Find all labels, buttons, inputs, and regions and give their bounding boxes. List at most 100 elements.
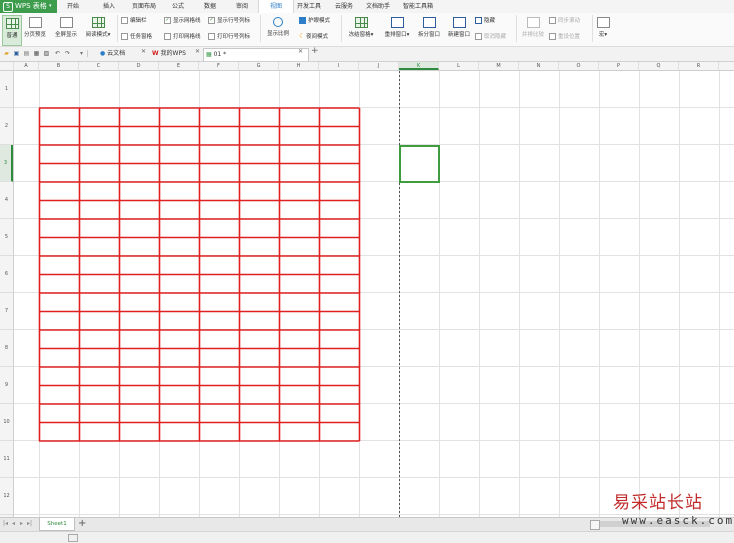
menu-item[interactable]: 数据 [197,0,223,13]
macro-record-icon[interactable] [68,534,78,542]
worksheet-canvas[interactable] [14,71,734,517]
tab-current-file[interactable]: ▦ 01 * [203,48,309,61]
checkbox-icon [164,33,171,40]
task-pane-checkbox[interactable]: 任务窗格 [121,33,152,41]
column-header[interactable]: I [319,62,359,70]
menu-item[interactable]: 文档助手 [362,0,394,13]
arrange-windows-button[interactable]: 重排窗口▾ [380,17,414,38]
row-header[interactable]: 7 [0,293,13,330]
column-header[interactable]: E [159,62,199,70]
row-header[interactable]: 5 [0,219,13,256]
last-sheet-icon[interactable]: ▸| [27,520,32,527]
print-gridlines-checkbox[interactable]: 打印网格线 [164,33,201,41]
menu-item[interactable]: 插入 [96,0,122,13]
night-mode-button[interactable]: ☾夜间模式 [299,33,328,41]
split-window-button[interactable]: 拆分窗口 [415,17,443,38]
sheet-tab-sheet1[interactable]: Sheet1 [39,518,75,531]
menu-item[interactable]: 页面布局 [128,0,160,13]
save-icon[interactable]: ▣ [13,50,20,57]
zoom-button[interactable]: 显示比例 [264,17,292,37]
column-header[interactable]: F [199,62,239,70]
column-header[interactable]: B [39,62,79,70]
show-gridlines-checkbox[interactable]: ✓ 显示网格线 [164,17,201,25]
row-header[interactable]: 11 [0,441,13,478]
full-screen-button[interactable]: 全屏显示 [51,17,81,38]
tab-cloud-docs[interactable]: ● 云文档 [98,48,138,60]
menu-item[interactable]: 公式 [166,0,190,13]
column-header[interactable]: A [14,62,39,70]
select-all-corner[interactable] [0,62,14,70]
row-header[interactable]: 4 [0,182,13,219]
menu-item[interactable]: 审阅 [229,0,255,13]
close-icon[interactable]: ✕ [141,48,146,55]
column-header[interactable]: D [119,62,159,70]
column-header[interactable]: L [439,62,479,70]
menu-item[interactable]: 云服务 [328,0,360,13]
redo-icon[interactable]: ↷ [64,50,71,57]
column-header[interactable]: J [359,62,399,70]
hide-window-button[interactable]: 隐藏 [475,17,495,25]
new-window-button[interactable]: 新建窗口 [445,17,473,38]
sync-scroll-button[interactable]: 同步滚动 [549,17,580,25]
open-folder-icon[interactable]: ▰ [3,50,10,57]
unhide-window-button[interactable]: 取消隐藏 [475,33,506,41]
undo-icon[interactable]: ↶ [54,50,61,57]
column-header[interactable]: O [559,62,599,70]
row-header[interactable]: 12 [0,478,13,515]
freeze-panes-button[interactable]: 冻结窗格▾ [344,17,378,38]
wps-logo-icon: S [3,2,13,12]
print-icon[interactable]: ▦ [33,50,40,57]
close-icon[interactable]: ✕ [298,48,303,55]
cell-grid[interactable] [14,71,734,517]
column-header[interactable]: C [79,62,119,70]
column-header[interactable]: R [679,62,719,70]
app-menu-button[interactable]: S WPS 表格 ▾ [0,0,57,13]
row-header[interactable]: 8 [0,330,13,367]
column-header[interactable]: P [599,62,639,70]
column-header[interactable]: N [519,62,559,70]
close-icon[interactable]: ✕ [195,48,200,55]
menu-item[interactable]: 开发工具 [292,0,326,13]
watermark-url: www.easck.com [622,514,734,527]
customize-toolbar-icon[interactable]: ▾ [78,50,85,57]
tab-my-wps[interactable]: W 我的WPS [150,48,196,60]
eye-protection-button[interactable]: 护眼模式 [299,17,330,25]
row-header[interactable]: 9 [0,367,13,404]
first-sheet-icon[interactable]: |◂ [3,520,8,527]
add-sheet-button[interactable]: + [78,518,86,530]
column-header[interactable]: G [239,62,279,70]
prev-sheet-icon[interactable]: ◂ [12,520,15,527]
column-header[interactable]: H [279,62,319,70]
task-pane-label: 任务窗格 [130,34,153,40]
page-break-preview-button[interactable]: 分页预览 [22,17,48,38]
divider [516,15,517,42]
column-header[interactable]: Q [639,62,679,70]
row-header[interactable]: 3 [0,145,13,182]
show-headings-checkbox[interactable]: ✓ 显示行号列标 [208,17,250,25]
read-mode-label: 阅读模式 [85,32,108,38]
split-window-icon [422,17,436,28]
print-headings-checkbox[interactable]: 打印行号列标 [208,33,250,41]
view-normal-button[interactable]: 普通 [2,15,22,46]
chevron-down-icon: ▾ [370,32,374,38]
menu-item[interactable]: 开始 [60,0,86,13]
column-header[interactable]: K [399,62,439,70]
side-by-side-button[interactable]: 并排比较 [519,17,547,38]
read-mode-button[interactable]: 阅读模式▾ [82,17,114,38]
row-header[interactable]: 6 [0,256,13,293]
column-header[interactable]: M [479,62,519,70]
reset-position-button[interactable]: 重设位置 [549,33,580,41]
active-cell-selection[interactable] [399,145,440,183]
row-header[interactable]: 2 [0,108,13,145]
next-sheet-icon[interactable]: ▸ [20,520,23,527]
new-tab-button[interactable]: + [311,46,319,56]
menu-item[interactable]: 视图 [258,0,294,14]
row-header[interactable]: 1 [0,71,13,108]
print-preview-icon[interactable]: ▧ [43,50,50,57]
edit-bar-checkbox[interactable]: 编辑栏 [121,17,147,25]
arrange-windows-icon [390,17,404,28]
menu-item[interactable]: 智能工具箱 [398,0,438,13]
row-header[interactable]: 10 [0,404,13,441]
export-icon[interactable]: ▤ [23,50,30,57]
macro-button[interactable]: 宏▾ [595,17,611,38]
